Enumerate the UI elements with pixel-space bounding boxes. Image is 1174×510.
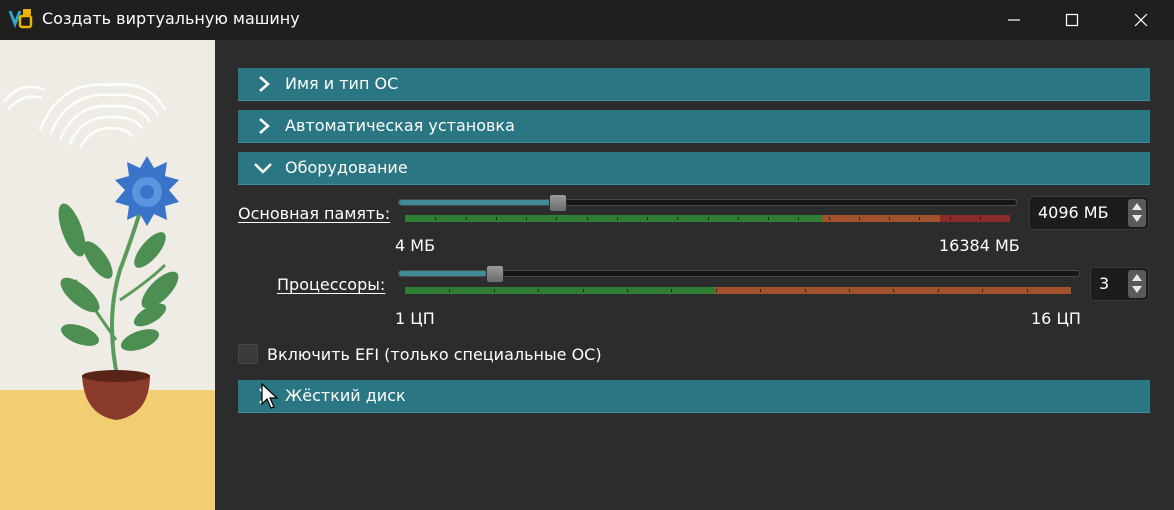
efi-checkbox-label[interactable]: Включить EFI (только специальные ОС) (267, 345, 602, 364)
scale-tick (738, 217, 739, 220)
spin-up-icon (1132, 274, 1142, 281)
scale-tick (449, 289, 450, 292)
spin-down-icon (1132, 286, 1142, 293)
scale-tick (617, 217, 618, 220)
scale-tick (829, 217, 830, 220)
virtualbox-app-icon (8, 9, 33, 29)
scale-tick (708, 217, 709, 220)
maximize-icon (1065, 13, 1079, 27)
spin-down-icon (1132, 215, 1142, 222)
efi-checkbox[interactable] (238, 344, 258, 364)
cpu-scale (405, 287, 1071, 294)
memory-min-label: 4 МБ (395, 236, 436, 255)
cpu-spinbox[interactable]: 3 (1090, 267, 1149, 301)
cpu-slider-fill (399, 271, 487, 276)
mouse-cursor-icon (261, 383, 279, 409)
wizard-content: Имя и тип ОС Автоматическая установка Об… (215, 40, 1174, 510)
memory-slider-fill (399, 200, 551, 205)
scale-tick (526, 217, 527, 220)
scale-tick (889, 217, 890, 220)
scale-tick (583, 289, 584, 292)
scale-tick (587, 217, 588, 220)
wizard-illustration (0, 40, 215, 510)
memory-spinbox[interactable]: 4096 МБ (1029, 196, 1149, 230)
memory-max-label: 16384 МБ (939, 236, 1020, 255)
scale-tick (466, 217, 467, 220)
scale-tick (805, 289, 806, 292)
cpu-max-label: 16 ЦП (1031, 309, 1081, 328)
title-bar: Создать виртуальную машину (0, 0, 1174, 40)
scale-tick (1027, 289, 1028, 292)
memory-slider-thumb[interactable] (549, 194, 567, 212)
scale-tick (919, 217, 920, 220)
scale-tick (716, 289, 717, 292)
chevron-right-icon (259, 118, 270, 134)
cpu-value: 3 (1099, 274, 1110, 293)
scale-tick (893, 289, 894, 292)
scale-tick (760, 289, 761, 292)
memory-label: Основная память: (238, 204, 391, 223)
memory-spin-arrows[interactable] (1128, 199, 1146, 227)
minimize-button[interactable] (990, 0, 1038, 40)
section-hard-disk[interactable]: Жёсткий диск (238, 380, 1150, 413)
scale-tick (647, 217, 648, 220)
scale-tick (556, 217, 557, 220)
memory-scale (405, 215, 1010, 222)
scale-tick (859, 217, 860, 220)
close-icon (1134, 13, 1148, 27)
scale-tick (849, 289, 850, 292)
scale-tick (677, 217, 678, 220)
chevron-right-icon (259, 76, 270, 92)
spin-up-icon (1132, 203, 1142, 210)
section-label: Автоматическая установка (285, 116, 515, 135)
cpu-slider-thumb[interactable] (486, 265, 504, 283)
window-title: Создать виртуальную машину (42, 9, 300, 28)
scale-tick (980, 217, 981, 220)
section-label: Оборудование (285, 158, 408, 177)
minimize-icon (1008, 19, 1020, 21)
close-button[interactable] (1117, 0, 1165, 40)
scale-tick (538, 289, 539, 292)
section-label: Имя и тип ОС (285, 74, 399, 93)
scale-tick (435, 217, 436, 220)
cpu-min-label: 1 ЦП (395, 309, 435, 328)
cpu-spin-arrows[interactable] (1128, 270, 1146, 298)
scale-tick (938, 289, 939, 292)
maximize-button[interactable] (1048, 0, 1096, 40)
scale-tick (950, 217, 951, 220)
cpu-label: Процессоры: (277, 275, 386, 294)
scale-tick (798, 217, 799, 220)
scale-tick (496, 217, 497, 220)
scale-tick (768, 217, 769, 220)
scale-tick (494, 289, 495, 292)
memory-value: 4096 МБ (1038, 203, 1109, 222)
section-unattended-install[interactable]: Автоматическая установка (238, 110, 1150, 143)
section-hardware[interactable]: Оборудование (238, 152, 1150, 185)
scale-tick (982, 289, 983, 292)
memory-slider[interactable] (398, 199, 1017, 206)
chevron-down-icon (254, 163, 272, 174)
scale-tick (671, 289, 672, 292)
section-name-and-os[interactable]: Имя и тип ОС (238, 68, 1150, 101)
section-label: Жёсткий диск (285, 386, 406, 405)
scale-tick (627, 289, 628, 292)
